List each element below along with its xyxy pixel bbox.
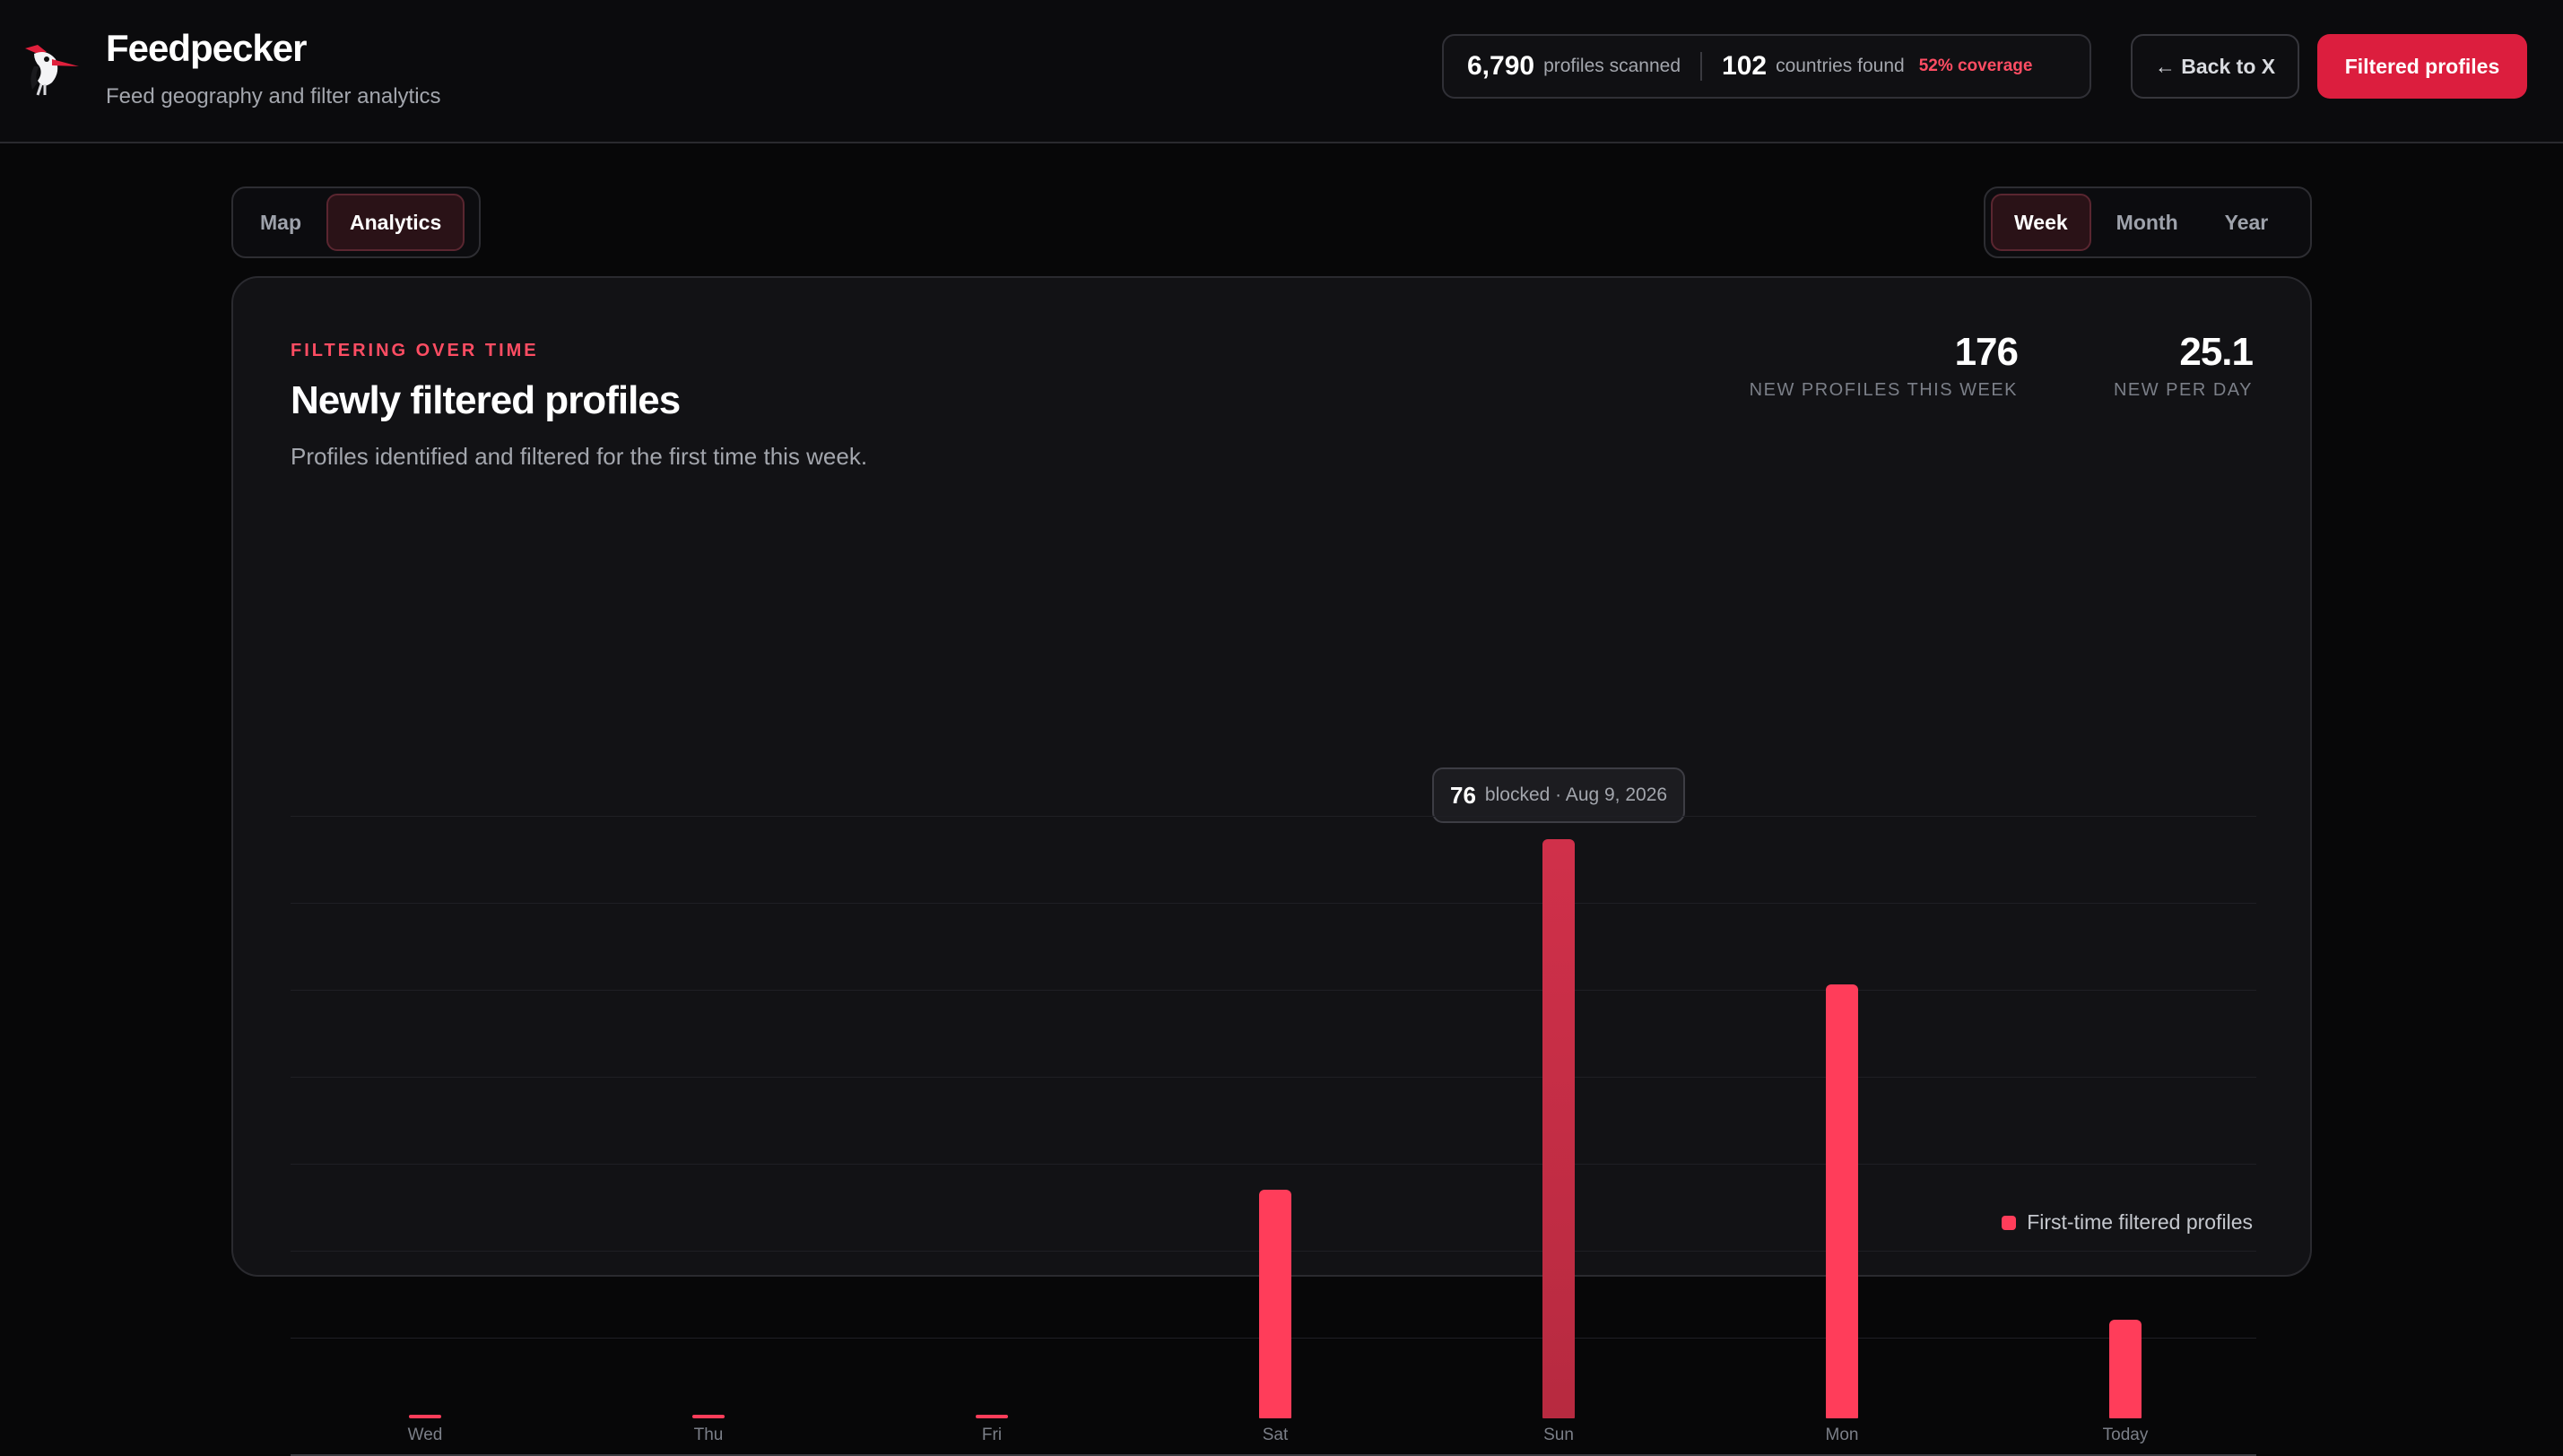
chart-gridline <box>291 1164 2256 1165</box>
card-title: Newly filtered profiles <box>291 378 681 422</box>
view-switcher: Map Analytics <box>231 186 481 258</box>
chart-gridline <box>291 1077 2256 1078</box>
tab-analytics[interactable]: Analytics <box>326 194 465 251</box>
tab-week[interactable]: Week <box>1991 194 2091 251</box>
chart-bar-fri[interactable] <box>976 1415 1008 1418</box>
bar-tooltip: 76 blocked · Aug 9, 2026 <box>1432 767 1686 823</box>
kpi-week-value: 176 <box>1954 330 2019 374</box>
x-tick-label: Sun <box>1543 1426 1574 1444</box>
back-to-x-button[interactable]: ← Back to X <box>2131 34 2299 99</box>
chart-bar-thu[interactable] <box>692 1415 725 1418</box>
coverage-badge: 52% coverage <box>1918 56 2033 75</box>
analytics-card: FILTERING OVER TIME Newly filtered profi… <box>231 276 2312 1456</box>
kpi-new-per-day: 25.1 NEW PER DAY <box>2113 330 2254 401</box>
bar-chart: 76 blocked · Aug 9, 2026 Wed Thu Fri Sat Sun… <box>291 547 2256 1456</box>
chart-bar-sat[interactable] <box>1259 1190 1291 1418</box>
kpi-day-label: NEW PER DAY <box>2113 380 2253 400</box>
countries-found-value: 102 <box>1722 51 1768 81</box>
chart-bar-today[interactable] <box>2109 1319 2142 1418</box>
stats-divider <box>1700 52 1703 81</box>
profiles-scanned-value: 6,790 <box>1467 51 1535 81</box>
woodpecker-icon <box>25 45 79 96</box>
tab-year[interactable]: Year <box>2203 194 2290 251</box>
range-switcher: Week Month Year <box>1984 186 2312 258</box>
kpi-week-label: NEW PROFILES THIS WEEK <box>1749 380 2018 400</box>
legend-label: First-time filtered profiles <box>2027 1210 2253 1234</box>
chart-bar-mon[interactable] <box>1826 984 1858 1418</box>
card-eyebrow: FILTERING OVER TIME <box>291 341 539 360</box>
profiles-scanned-label: profiles scanned <box>1543 56 1681 76</box>
tab-map[interactable]: Map <box>239 194 323 251</box>
countries-found-label: countries found <box>1776 56 1905 76</box>
kpi-day-value: 25.1 <box>2179 330 2254 374</box>
scan-stats: 6,790 profiles scanned 102 countries fou… <box>1442 34 2091 99</box>
chart-gridline <box>291 816 2256 817</box>
x-tick-label: Today <box>2102 1426 2149 1444</box>
app-subtitle: Feed geography and filter analytics <box>106 84 441 108</box>
chart-bar-sun[interactable] <box>1542 839 1575 1418</box>
x-tick-label: Mon <box>1825 1426 1859 1444</box>
chart-gridline <box>291 903 2256 904</box>
x-tick-label: Wed <box>407 1426 443 1444</box>
filtered-profiles-button[interactable]: Filtered profiles <box>2317 34 2527 99</box>
kpi-new-this-week: 176 NEW PROFILES THIS WEEK <box>1749 330 2019 401</box>
chart-gridline <box>291 990 2256 991</box>
legend-swatch <box>2002 1215 2017 1230</box>
x-tick-label: Fri <box>981 1426 1003 1444</box>
card-description: Profiles identified and filtered for the… <box>291 443 868 470</box>
x-tick-label: Sat <box>1262 1426 1289 1444</box>
app-header: Feedpecker Feed geography and filter ana… <box>0 0 2563 143</box>
tooltip-value: 76 <box>1450 781 1476 809</box>
chart-legend: First-time filtered profiles <box>2002 1210 2253 1235</box>
tab-month[interactable]: Month <box>2095 194 2200 251</box>
tooltip-text: blocked · Aug 9, 2026 <box>1484 784 1668 805</box>
x-tick-label: Thu <box>693 1426 724 1444</box>
app-name: Feedpecker <box>106 27 307 69</box>
chart-bar-wed[interactable] <box>409 1415 441 1418</box>
